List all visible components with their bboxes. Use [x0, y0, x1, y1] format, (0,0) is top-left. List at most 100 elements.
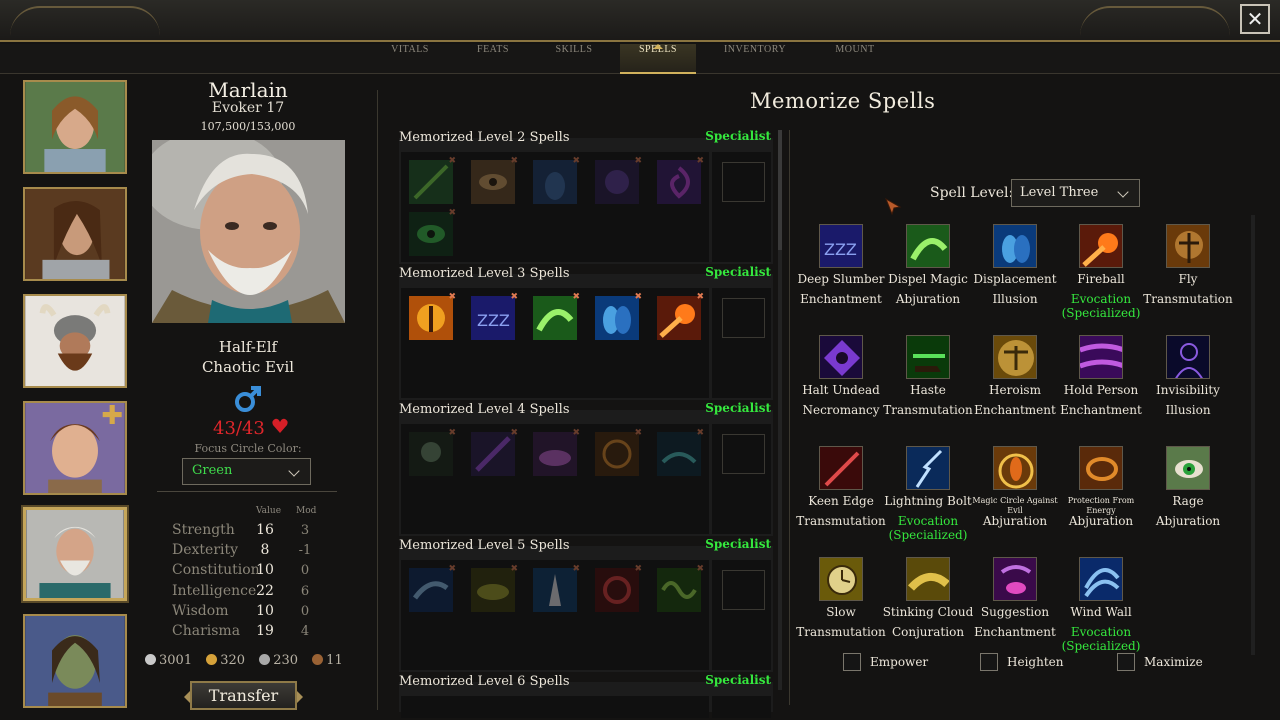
- remove-spell-icon[interactable]: ✖: [634, 428, 642, 438]
- memorized-spell-slot[interactable]: ✖: [409, 564, 456, 612]
- remove-spell-icon[interactable]: ✖: [510, 156, 518, 166]
- remove-spell-icon[interactable]: ✖: [634, 156, 642, 166]
- divider: [377, 90, 378, 710]
- gold-coins: 320: [206, 653, 245, 668]
- memorized-spell-slot[interactable]: ✖: [409, 428, 456, 476]
- memorized-spell-slot[interactable]: ✖: [595, 428, 642, 476]
- tab-spells[interactable]: SPELLS: [620, 44, 696, 74]
- remove-spell-icon[interactable]: ✖: [572, 292, 580, 302]
- spell-school: Illusion: [1165, 403, 1211, 417]
- remove-spell-icon[interactable]: ✖: [448, 292, 456, 302]
- tab-skills[interactable]: SKILLS: [544, 44, 604, 74]
- spell-name: Protection From Energy: [1067, 496, 1135, 515]
- spell-school: Transmutation: [796, 514, 886, 528]
- swirl-spell-icon: [657, 160, 701, 204]
- tab-mount[interactable]: MOUNT: [825, 44, 885, 74]
- party-portrait-6[interactable]: [23, 614, 127, 708]
- memorized-spell-slot[interactable]: ✖: [409, 156, 456, 204]
- halt-undead-icon: [819, 335, 863, 379]
- spell-name: Deep Slumber: [797, 272, 885, 286]
- spell-name: Suggestion: [980, 605, 1050, 619]
- displacement-icon: [993, 224, 1037, 268]
- ornament-left: [10, 6, 160, 36]
- tab-bar: VITALS FEATS SKILLS SPELLS INVENTORY MOU…: [0, 44, 1280, 74]
- rage-icon: [1166, 446, 1210, 490]
- remove-spell-icon[interactable]: ✖: [510, 292, 518, 302]
- spell-school: Transmutation: [883, 403, 973, 417]
- memorized-spell-slot[interactable]: ✖: [657, 564, 704, 612]
- remove-spell-icon[interactable]: ✖: [696, 428, 704, 438]
- tab-inventory[interactable]: INVENTORY: [720, 44, 790, 74]
- hit-points: 43/43: [213, 418, 265, 439]
- memorized-spell-slot[interactable]: ✖: [409, 292, 456, 340]
- stat-mod: 0: [300, 563, 310, 578]
- remove-spell-icon[interactable]: ✖: [448, 208, 456, 218]
- wind-wall-icon: [1079, 557, 1123, 601]
- memorized-spell-slot[interactable]: ✖: [657, 292, 704, 340]
- remove-spell-icon[interactable]: ✖: [510, 564, 518, 574]
- remove-spell-icon[interactable]: ✖: [572, 564, 580, 574]
- specialist-slot[interactable]: [722, 570, 765, 610]
- memorized-spell-slot[interactable]: ✖: [471, 156, 518, 204]
- memorized-spell-slot[interactable]: ✖: [533, 428, 580, 476]
- close-button[interactable]: ✕: [1240, 4, 1270, 34]
- remove-spell-icon[interactable]: ✖: [696, 292, 704, 302]
- specialist-label: Specialist: [705, 129, 771, 143]
- scrollbar-thumb[interactable]: [778, 130, 782, 250]
- heart-icon: [272, 418, 288, 433]
- party-portrait-1[interactable]: [23, 80, 127, 174]
- memorized-spell-slot[interactable]: ✖: [471, 428, 518, 476]
- specialist-slot[interactable]: [722, 434, 765, 474]
- memorized-spell-slot[interactable]: ✖: [409, 208, 456, 256]
- memorized-scrollbar[interactable]: [778, 130, 782, 690]
- remove-spell-icon[interactable]: ✖: [572, 156, 580, 166]
- heighten-checkbox[interactable]: [980, 653, 998, 671]
- memorized-spell-slot[interactable]: ✖: [471, 564, 518, 612]
- spell-name: Rage: [1172, 494, 1204, 508]
- memorized-spell-slot[interactable]: ✖: [533, 564, 580, 612]
- memorized-level-4-block: Memorized Level 4 Spells Specialist ✖ ✖ …: [399, 401, 773, 536]
- remove-spell-icon[interactable]: ✖: [634, 564, 642, 574]
- focus-circle-color-select[interactable]: Green: [182, 458, 311, 485]
- memorized-spell-slot[interactable]: ✖: [533, 292, 580, 340]
- remove-spell-icon[interactable]: ✖: [696, 564, 704, 574]
- specialist-slot[interactable]: [722, 298, 765, 338]
- memorized-spell-slot[interactable]: ✖: [595, 292, 642, 340]
- spell-school: Evocation (Specialized): [888, 514, 968, 542]
- party-portrait-4[interactable]: ✚: [23, 401, 127, 495]
- invisibility-icon: [1166, 335, 1210, 379]
- maximize-label: Maximize: [1144, 655, 1203, 669]
- character-xp: 107,500/153,000: [200, 120, 296, 133]
- specialist-label: Specialist: [705, 673, 771, 687]
- character-class: Evoker 17: [211, 100, 285, 116]
- memorized-spell-slot[interactable]: ✖: [595, 564, 642, 612]
- memorized-spell-slot[interactable]: ✖: [657, 428, 704, 476]
- empower-checkbox[interactable]: [843, 653, 861, 671]
- remove-spell-icon[interactable]: ✖: [448, 156, 456, 166]
- party-portrait-5-selected[interactable]: [23, 507, 127, 601]
- memorized-level-label: Memorized Level 5 Spells: [399, 538, 570, 553]
- slow-icon: [819, 557, 863, 601]
- transfer-button[interactable]: Transfer: [184, 681, 303, 710]
- party-portrait-2[interactable]: [23, 187, 127, 281]
- remove-spell-icon[interactable]: ✖: [510, 428, 518, 438]
- memorized-spell-slot[interactable]: ZZZ ✖: [471, 292, 518, 340]
- specialist-slot[interactable]: [722, 162, 765, 202]
- remove-spell-icon[interactable]: ✖: [696, 156, 704, 166]
- maximize-checkbox[interactable]: [1117, 653, 1135, 671]
- spell-list-scrollbar[interactable]: [1251, 215, 1255, 655]
- spell-level-select[interactable]: Level Three: [1011, 179, 1140, 207]
- platinum-coins: 3001: [145, 653, 192, 668]
- remove-spell-icon[interactable]: ✖: [634, 292, 642, 302]
- remove-spell-icon[interactable]: ✖: [448, 428, 456, 438]
- memorized-spell-slot[interactable]: ✖: [657, 156, 704, 204]
- memorized-spell-slot[interactable]: ✖: [595, 156, 642, 204]
- tab-vitals[interactable]: VITALS: [380, 44, 440, 74]
- remove-spell-icon[interactable]: ✖: [448, 564, 456, 574]
- remove-spell-icon[interactable]: ✖: [572, 428, 580, 438]
- stat-mod: -1: [298, 543, 312, 558]
- tab-feats[interactable]: FEATS: [463, 44, 523, 74]
- party-portrait-3[interactable]: [23, 294, 127, 388]
- lightning-icon: [906, 446, 950, 490]
- memorized-spell-slot[interactable]: ✖: [533, 156, 580, 204]
